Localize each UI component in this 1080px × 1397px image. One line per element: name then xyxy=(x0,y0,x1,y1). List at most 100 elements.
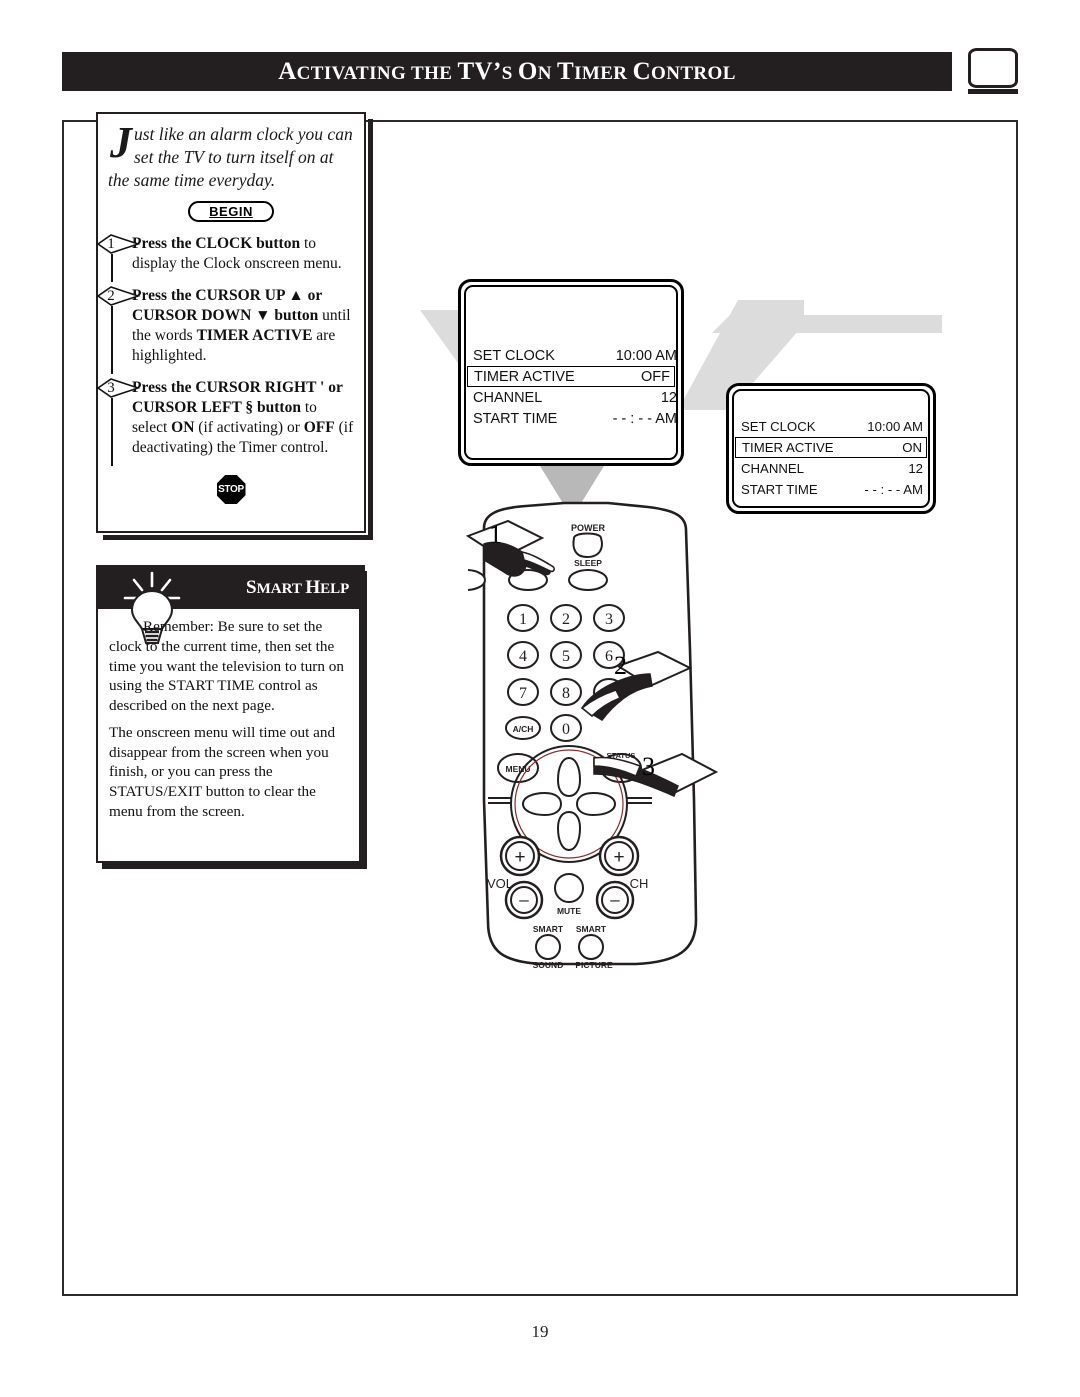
smart-help-paragraph-2: The onscreen menu will time out and disa… xyxy=(109,723,336,820)
menu-row: SET CLOCK 10:00 AM xyxy=(729,416,933,437)
tv-screen-icon xyxy=(968,48,1018,96)
step-number-diamond-1: 1 xyxy=(97,234,141,255)
menu-value: 10:00 AM xyxy=(867,419,923,434)
tv-screen-before: SET CLOCK 10:00 AM TIMER ACTIVE OFF CHAN… xyxy=(458,279,684,466)
cursor-down-button xyxy=(556,810,582,852)
tv1-onscreen-menu: SET CLOCK 10:00 AM TIMER ACTIVE OFF CHAN… xyxy=(461,345,681,429)
page-header-bar: ACTIVATING THE TV’S ON TIMER CONTROL xyxy=(62,52,952,91)
callout-1 xyxy=(466,519,555,577)
stop-sign-icon: STOP xyxy=(216,475,246,504)
menu-row: START TIME - - : - - AM xyxy=(461,408,681,429)
mute-label: MUTE xyxy=(557,906,581,916)
smart-sound-button xyxy=(535,934,561,960)
menu-row-selected[interactable]: TIMER ACTIVE OFF xyxy=(467,366,675,387)
smart-picture-top-label: SMART xyxy=(576,924,607,934)
tv-icon-screen xyxy=(968,48,1018,88)
step-2-bold-mid: TIMER ACTIVE xyxy=(196,327,313,345)
menu-label: CHANNEL xyxy=(473,389,543,406)
smart-help-body: SMART HELP Remember: Be sure to set the … xyxy=(96,565,365,863)
step-3-text2: (if activating) or xyxy=(194,419,304,437)
smart-picture-button xyxy=(578,934,604,960)
menu-row-selected[interactable]: TIMER ACTIVE ON xyxy=(735,437,927,458)
callout-2 xyxy=(580,650,693,721)
callout-3 xyxy=(593,752,719,797)
instruction-panel: Just like an alarm clock you can set the… xyxy=(96,112,373,540)
key-5-label: 5 xyxy=(562,648,570,665)
page-title: ACTIVATING THE TV’S ON TIMER CONTROL xyxy=(278,58,736,85)
ch-down-label: – xyxy=(610,890,620,909)
menu-value: OFF xyxy=(641,368,670,385)
instruction-step-2: 2 Press the CURSOR UP ▲ or CURSOR DOWN ▼… xyxy=(97,286,364,375)
menu-value: - - : - - AM xyxy=(864,482,923,497)
menu-label: TIMER ACTIVE xyxy=(474,368,575,385)
menu-label: START TIME xyxy=(473,410,558,427)
menu-row: START TIME - - : - - AM xyxy=(729,479,933,500)
step-number-3: 3 xyxy=(107,380,115,397)
key-2-label: 2 xyxy=(562,611,570,628)
page-number: 19 xyxy=(531,1322,549,1341)
callout-1-number: 1 xyxy=(489,520,502,549)
tv1-glow-shadow xyxy=(420,310,460,366)
tv2-top-shadow xyxy=(712,315,942,333)
ach-label: A/CH xyxy=(513,724,534,734)
instruction-step-1: 1 Press the CLOCK button to display the … xyxy=(97,234,364,283)
tv-icon-base xyxy=(968,89,1018,94)
step-3-bold-off: OFF xyxy=(303,419,335,437)
menu-label: SET CLOCK xyxy=(741,419,816,434)
ch-up-label: + xyxy=(613,847,624,868)
callout-3-number-wrap: 3 xyxy=(642,752,655,782)
menu-row: CHANNEL 12 xyxy=(729,458,933,479)
tv-screen-after: SET CLOCK 10:00 AM TIMER ACTIVE ON CHANN… xyxy=(726,383,936,514)
menu-label: SET CLOCK xyxy=(473,347,555,364)
menu-label: CHANNEL xyxy=(741,461,805,476)
key-7-label: 7 xyxy=(519,685,527,702)
menu-label: START TIME xyxy=(741,482,818,497)
menu-label: TIMER ACTIVE xyxy=(742,440,834,455)
begin-badge: BEGIN xyxy=(188,201,274,223)
step-number-diamond-2: 2 xyxy=(97,286,141,307)
step-1-bold: Press the CLOCK button xyxy=(132,235,301,253)
stop-badge-wrap: STOP xyxy=(98,475,364,509)
stop-label: STOP xyxy=(218,484,244,495)
picture-label: PICTURE xyxy=(575,960,613,970)
instruction-step-3: 3 Press the CURSOR RIGHT ' or CURSOR LEF… xyxy=(97,378,364,467)
cursor-up-button xyxy=(556,756,582,798)
smart-help-title: SMART HELP xyxy=(246,577,350,598)
key-8-label: 8 xyxy=(562,685,570,702)
menu-value: - - : - - AM xyxy=(612,410,677,427)
sound-label: SOUND xyxy=(533,960,564,970)
callout-3-number: 3 xyxy=(642,752,655,781)
step-number-2: 2 xyxy=(107,288,115,305)
vol-up-label: + xyxy=(514,847,525,868)
intro-paragraph: Just like an alarm clock you can set the… xyxy=(98,114,364,191)
callout-2-number: 2 xyxy=(614,651,627,680)
menu-value: 12 xyxy=(660,389,677,406)
mute-button xyxy=(554,873,584,903)
step-number-diamond-3: 3 xyxy=(97,378,141,399)
callout-1-number-wrap: 1 xyxy=(489,520,502,550)
tv2-onscreen-menu: SET CLOCK 10:00 AM TIMER ACTIVE ON CHANN… xyxy=(729,416,933,500)
smart-help-panel: SMART HELP Remember: Be sure to set the … xyxy=(96,565,367,869)
menu-value: 10:00 AM xyxy=(615,347,677,364)
menu-row: CHANNEL 12 xyxy=(461,387,681,408)
cursor-left-button xyxy=(521,791,563,817)
callout-2-number-wrap: 2 xyxy=(614,651,627,681)
menu-value: 12 xyxy=(908,461,923,476)
step-2-bold: Press the CURSOR UP ▲ or CURSOR DOWN ▼ b… xyxy=(132,287,322,325)
intro-dropcap: J xyxy=(110,118,132,167)
begin-label: BEGIN xyxy=(209,204,253,220)
step-number-1: 1 xyxy=(107,236,115,253)
panel-shadow xyxy=(368,119,373,540)
vol-down-label: – xyxy=(519,890,529,909)
key-3-label: 3 xyxy=(605,611,613,628)
smart-help-paragraph-1: Remember: Be sure to set the clock to th… xyxy=(109,618,344,714)
key-1-label: 1 xyxy=(519,611,527,628)
smart-help-text: Remember: Be sure to set the clock to th… xyxy=(98,611,363,829)
step-rule-3 xyxy=(111,398,113,467)
key-0-label: 0 xyxy=(562,721,570,738)
step-rule-1 xyxy=(111,254,113,283)
ch-label: CH xyxy=(630,876,649,891)
menu-row: SET CLOCK 10:00 AM xyxy=(461,345,681,366)
menu-value: ON xyxy=(902,440,922,455)
intro-text: ust like an alarm clock you can set the … xyxy=(108,124,353,190)
